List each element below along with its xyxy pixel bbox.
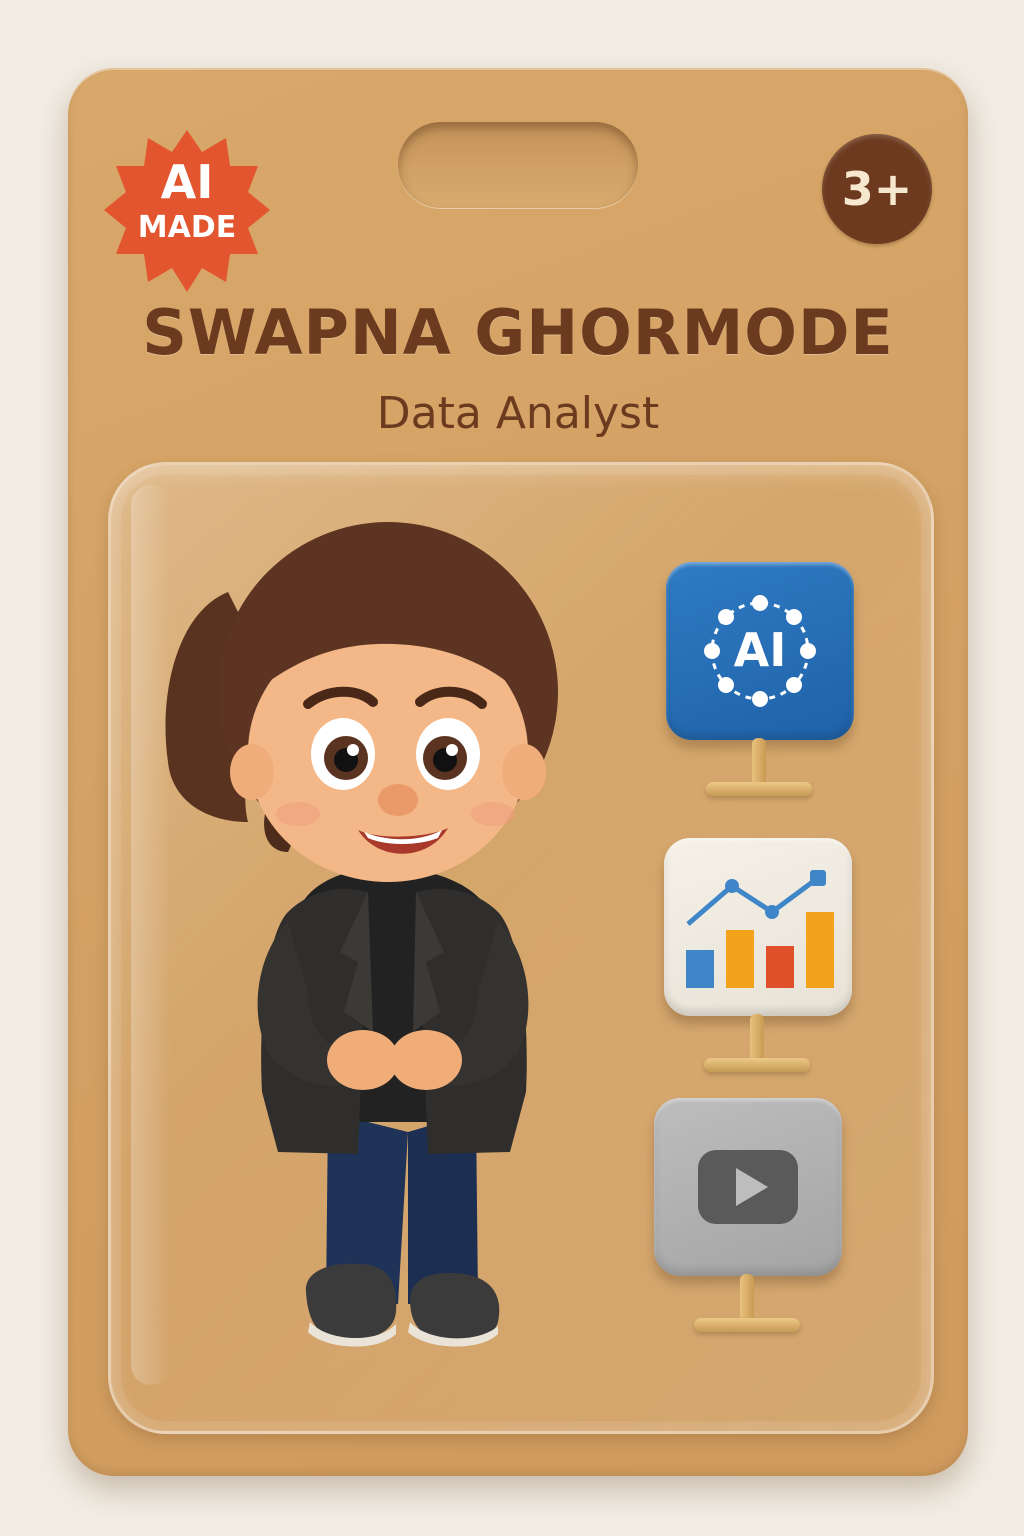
stand-pole <box>750 1014 764 1062</box>
bar-line-chart-icon <box>686 870 834 988</box>
ai-made-badge: AI MADE <box>102 126 272 296</box>
character-figure <box>165 522 558 1347</box>
video-play-icon <box>698 1150 798 1224</box>
video-tile <box>654 1098 842 1276</box>
product-name-title: SWAPNA GHORMODE <box>142 296 894 369</box>
ai-tile-label: AI <box>733 623 787 677</box>
chart-tile <box>664 838 852 1016</box>
stand-base <box>694 1318 800 1332</box>
toy-package-card: AI MADE 3+ SWAPNA GHORMODE Data Analyst <box>68 68 968 1476</box>
role-subtitle: Data Analyst <box>376 388 660 439</box>
badge-ai-text: AI <box>160 155 214 209</box>
stand-pole <box>740 1274 754 1322</box>
stand-pole <box>752 738 766 786</box>
stand-base <box>706 782 812 796</box>
badge-made-text: MADE <box>137 210 237 245</box>
age-rating-badge: 3+ <box>822 134 932 244</box>
hang-hole <box>398 122 638 208</box>
stand-base <box>704 1058 810 1072</box>
ai-tile: AI <box>666 562 854 740</box>
